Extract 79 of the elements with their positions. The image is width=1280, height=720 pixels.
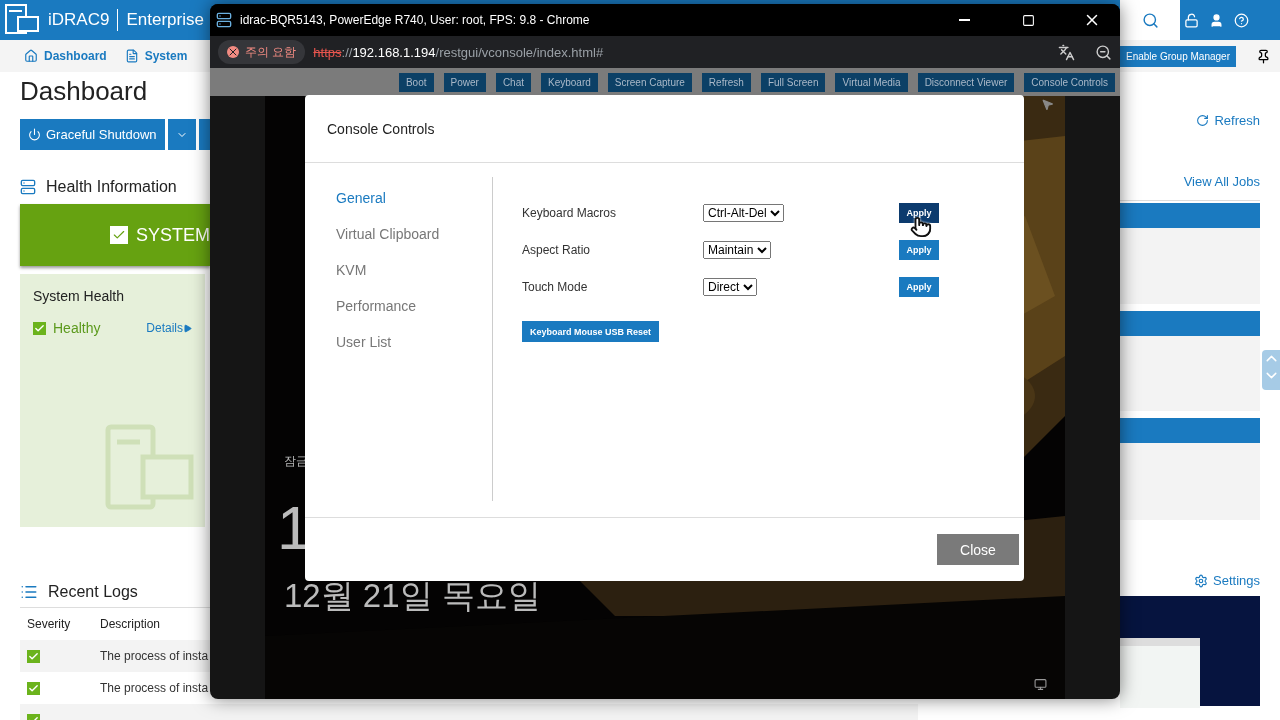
setting-select[interactable]: Maintain [703, 240, 771, 259]
log-description: The process of insta [100, 681, 210, 695]
search-icon[interactable] [1141, 11, 1159, 29]
log-description: The process of insta [100, 649, 210, 663]
settings-icon [1194, 573, 1208, 588]
power-icon [28, 128, 41, 141]
dropdown-button[interactable] [167, 119, 196, 150]
dialog-tab[interactable]: Virtual Clipboard [336, 226, 492, 242]
details-link[interactable]: Details [146, 321, 192, 335]
window-title: idrac-BQR5143, PowerEdge R740, User: root, FPS: 9.8 - Chrome [240, 13, 591, 27]
setting-label: Aspect Ratio [522, 242, 592, 257]
edition-name: Enterprise [126, 10, 204, 30]
dialog-tab[interactable]: User List [336, 334, 492, 350]
home-icon [24, 49, 38, 63]
shutdown-button[interactable]: Graceful Shutdown [20, 119, 165, 150]
toolbar-button[interactable]: Screen Capture [607, 72, 692, 92]
section-title: Recent Logs [48, 583, 138, 601]
group-manager-button[interactable]: Enable Group Manager [1120, 45, 1236, 67]
apply-button[interactable]: Apply [899, 276, 939, 297]
toolbar-button[interactable]: Power [443, 72, 486, 92]
nav-link[interactable]: System [144, 49, 188, 63]
ok-check-icon [27, 681, 40, 695]
app-icon [216, 12, 232, 28]
dialog-tab[interactable]: General [336, 190, 492, 206]
list-icon [20, 583, 38, 601]
toolbar-button[interactable]: Console Controls [1024, 72, 1115, 92]
panel-title: System Health [33, 288, 126, 304]
page-title: Dashboard [20, 76, 148, 107]
toolbar-button[interactable]: Virtual Media [835, 72, 908, 92]
toolbar-button[interactable]: Disconnect Viewer [917, 72, 1015, 92]
user-icon[interactable] [1209, 12, 1224, 28]
hand-cursor-icon [910, 216, 932, 238]
section-title: Health Information [46, 178, 177, 196]
setting-select[interactable]: Ctrl-Alt-Del [703, 203, 784, 222]
setting-label: Touch Mode [522, 279, 589, 294]
health-state: Healthy [53, 320, 101, 336]
view-jobs-link[interactable]: View All Jobs [1183, 174, 1260, 189]
cursor-icon [1041, 98, 1054, 111]
ok-check-icon [27, 649, 40, 663]
lock-date: 12월 21일 목요일 [284, 578, 542, 615]
status-label: SYSTEM [136, 224, 210, 246]
toolbar-button[interactable]: Chat [495, 72, 531, 92]
product-name: iDRAC9 [48, 10, 110, 30]
logo-icon [4, 3, 40, 37]
triangle-icon [183, 323, 192, 333]
column-header: Description [100, 617, 162, 631]
clock-time: 1 [277, 494, 302, 563]
check-icon [110, 226, 128, 244]
ok-check-icon [33, 321, 46, 335]
refresh-icon [1196, 114, 1210, 127]
server-icon [20, 179, 36, 195]
dialog-tab[interactable]: Performance [336, 298, 492, 314]
refresh-link[interactable]: Refresh [1196, 113, 1260, 128]
setting-select[interactable]: Direct [703, 277, 757, 296]
maximize-icon [1021, 13, 1035, 27]
column-header: Severity [27, 617, 72, 631]
url-text[interactable]: https://192.168.1.194/restgui/vconsole/index.html# [313, 44, 1050, 60]
document-icon [124, 49, 139, 63]
nav-link[interactable]: Dashboard [44, 49, 107, 63]
help-icon[interactable] [1234, 12, 1249, 28]
toolbar-button[interactable]: Full Screen [760, 72, 826, 92]
toolbar-button[interactable]: Keyboard [541, 72, 598, 92]
toolbar-button[interactable]: Refresh [701, 72, 751, 92]
apply-button[interactable]: Apply [899, 202, 939, 223]
close-dialog-button[interactable]: Close [937, 534, 1019, 565]
setting-label: Keyboard Macros [522, 205, 618, 220]
minimize-icon [958, 19, 970, 21]
reset-button[interactable]: Keyboard Mouse USB Reset [522, 321, 660, 342]
toolbar-button[interactable]: Boot [398, 72, 434, 92]
translate-icon[interactable] [1058, 43, 1075, 61]
monitor-icon [1034, 678, 1047, 691]
unlock-icon[interactable] [1184, 12, 1199, 28]
pin-icon[interactable] [1255, 48, 1271, 64]
apply-button[interactable]: Apply [899, 239, 939, 260]
settings-link[interactable]: Settings [1194, 573, 1260, 588]
dialog-tab[interactable]: KVM [336, 262, 492, 278]
dialog-title: Console Controls [327, 120, 435, 137]
zoom-out-icon[interactable] [1095, 43, 1112, 61]
security-badge[interactable]: 주의 요함 [218, 40, 306, 64]
